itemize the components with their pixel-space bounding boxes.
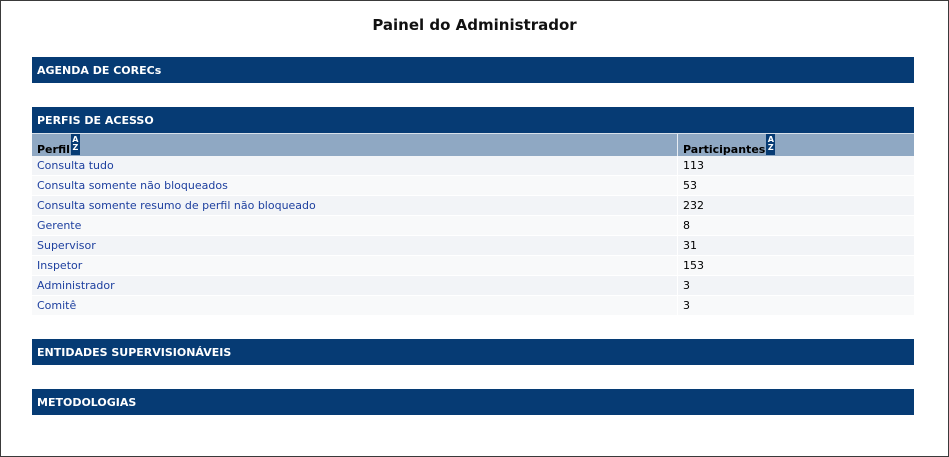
table-row: Supervisor 31: [32, 236, 914, 256]
participantes-count: 3: [683, 279, 690, 292]
perfil-link[interactable]: Consulta somente resumo de perfil não bl…: [37, 199, 316, 212]
column-header-participantes[interactable]: ParticipantesA Z: [678, 134, 914, 156]
column-header-participantes-label: Participantes: [683, 143, 766, 156]
table-row: Consulta tudo 113: [32, 156, 914, 176]
participantes-count: 53: [683, 179, 697, 192]
perfil-link[interactable]: Supervisor: [37, 239, 96, 252]
table-row: Consulta somente resumo de perfil não bl…: [32, 196, 914, 216]
page-title: Painel do Administrador: [372, 16, 577, 34]
participantes-count: 232: [683, 199, 704, 212]
column-header-perfil-label: Perfil: [37, 143, 70, 156]
section-perfis-de-acesso[interactable]: PERFIS DE ACESSO: [32, 107, 914, 133]
participantes-count: 31: [683, 239, 697, 252]
section-entidades-supervisionaveis[interactable]: ENTIDADES SUPERVISIONÁVEIS: [32, 339, 914, 365]
perfil-link[interactable]: Comitê: [37, 299, 76, 312]
perfil-link[interactable]: Administrador: [37, 279, 115, 292]
participantes-count: 153: [683, 259, 704, 272]
section-agenda-corecs[interactable]: AGENDA DE CORECs: [32, 57, 914, 83]
perfil-link[interactable]: Gerente: [37, 219, 81, 232]
participantes-count: 8: [683, 219, 690, 232]
table-row: Inspetor 153: [32, 256, 914, 276]
table-row: Comitê 3: [32, 296, 914, 316]
admin-panel-frame: Painel do Administrador AGENDA DE CORECs…: [0, 0, 949, 457]
section-metodologias[interactable]: METODOLOGIAS: [32, 389, 914, 415]
table-row: Gerente 8: [32, 216, 914, 236]
perfis-table: PerfilA Z ParticipantesA Z Consulta tudo 1…: [32, 133, 914, 316]
sort-az-icon[interactable]: AZ: [766, 134, 776, 155]
participantes-count: 3: [683, 299, 690, 312]
table-row: Administrador 3: [32, 276, 914, 296]
sort-az-icon[interactable]: AZ: [70, 134, 80, 155]
column-header-perfil[interactable]: PerfilA Z: [32, 134, 678, 156]
perfis-table-body: Consulta tudo 113 Consulta somente não b…: [32, 156, 914, 316]
perfil-link[interactable]: Consulta somente não bloqueados: [37, 179, 228, 192]
table-row: Consulta somente não bloqueados 53: [32, 176, 914, 196]
perfis-table-header: PerfilA Z ParticipantesA Z: [32, 133, 914, 156]
perfil-link[interactable]: Inspetor: [37, 259, 82, 272]
